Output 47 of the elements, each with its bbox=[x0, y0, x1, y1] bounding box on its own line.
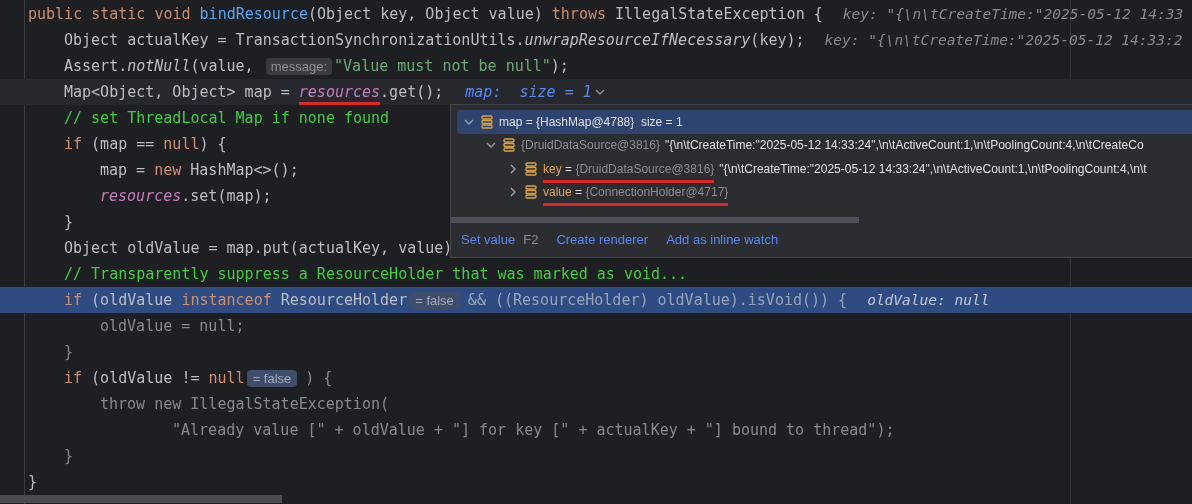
inline-value: key: "{\n\tCreateTime:"2025-05-12 14:33:2 bbox=[824, 32, 1183, 48]
inline-value: oldValue: null bbox=[867, 292, 990, 308]
code-text: Object oldValue = map.put(actualKey, value) bbox=[64, 239, 453, 257]
variable-value: "{\n\tCreateTime:"2025-05-12 14:33:24",\n\tActiveCount:1,\n\tPoolingCount:4,\n\t bbox=[719, 161, 1147, 176]
code-text: if (oldValue != null bbox=[64, 369, 245, 387]
field-icon bbox=[525, 161, 537, 176]
code-text: } bbox=[64, 213, 74, 231]
action-link[interactable]: Create renderer bbox=[556, 232, 649, 247]
code-text: if (map == null) { bbox=[64, 135, 227, 153]
code-text: resources bbox=[298, 82, 381, 105]
field-icon bbox=[481, 114, 493, 129]
code-text: ) { bbox=[305, 369, 333, 387]
field-icon bbox=[525, 185, 537, 200]
code-text: Map<Object, Object> map = bbox=[64, 83, 291, 101]
code-text: map = new HashMap<>(); bbox=[100, 161, 299, 179]
parameter-hint: message: bbox=[265, 57, 333, 75]
code-text: // Transparently suppress a ResourceHolder that was marked as void... bbox=[64, 265, 688, 283]
code-text: throw new IllegalStateException( bbox=[100, 395, 389, 413]
code-text: if (oldValue instanceof ResourceHolder bbox=[64, 291, 408, 309]
code-text: } bbox=[64, 343, 74, 361]
chevron-down-icon bbox=[594, 88, 605, 96]
code-text: Assert.notNull(value, bbox=[64, 57, 255, 75]
variable-value: "{\n\tCreateTime:"2025-05-12 14:33:24",\n\tActiveCount:1,\n\tPoolingCount:4,\n\tCreateCo bbox=[664, 138, 1144, 153]
action-link[interactable]: Add as inline watch bbox=[666, 232, 779, 247]
variable-label: key = {DruidDataSource@3816} bbox=[543, 160, 715, 183]
code-text: } bbox=[64, 447, 74, 465]
code-text: "Already value [" + oldValue + "] for key [" + actualKey + "] bound to thread"); bbox=[172, 421, 895, 439]
action-link[interactable]: Set value F2 bbox=[461, 232, 539, 247]
field-icon bbox=[503, 138, 515, 153]
code-text: public static void bindResource(Object key, Object value) throws IllegalStateException { bbox=[28, 5, 823, 23]
code-text: .get(); bbox=[380, 83, 444, 101]
code-text: "Value must not be null"); bbox=[334, 57, 569, 75]
variable-label: {DruidDataSource@3816} bbox=[521, 137, 660, 155]
inline-value: key: "{\n\tCreateTime:"2025-05-12 14:33 bbox=[842, 6, 1184, 22]
variable-label: map = {HashMap@4788} size = 1 bbox=[499, 113, 683, 131]
code-text: // set ThreadLocal Map if none found bbox=[64, 109, 390, 127]
code-text: oldValue = null; bbox=[100, 317, 245, 335]
code-text: resources bbox=[100, 186, 182, 207]
selected-tree-row[interactable]: map = {HashMap@4788} size = 1 bbox=[457, 110, 1192, 134]
code-text: .set(map); bbox=[181, 187, 272, 205]
inline-value-button[interactable]: map: size = 1 bbox=[465, 83, 605, 101]
code-text: } bbox=[28, 473, 38, 491]
variable-label: value = {ConnectionHolder@4717} bbox=[543, 184, 729, 207]
code-text: && ((ResourceHolder) oldValue).isVoid()) { bbox=[467, 291, 848, 309]
value-hint: = false bbox=[409, 291, 460, 309]
code-text: Object actualKey = TransactionSynchronizationUtils.unwrapResourceIfNecessary(key); bbox=[64, 31, 805, 49]
value-hint: = false bbox=[246, 369, 298, 387]
